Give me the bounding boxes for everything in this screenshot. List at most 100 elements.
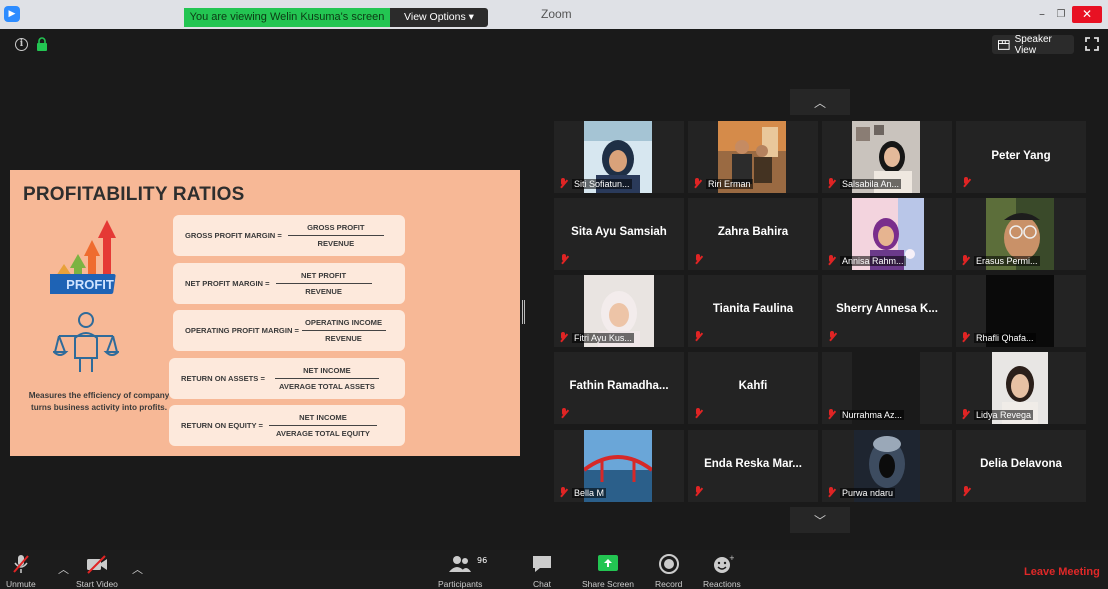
- share-screen-button[interactable]: Share Screen: [582, 553, 634, 589]
- chat-button[interactable]: Chat: [530, 553, 554, 589]
- participant-name: Lidya Revega: [974, 409, 1034, 420]
- chevron-down-icon: ▾: [468, 11, 474, 23]
- participant-name: Tianita Faulina: [712, 303, 794, 315]
- formula-name: GROSS PROFIT MARGIN =: [185, 231, 282, 240]
- participant-tile[interactable]: Siti Sofiatun...: [554, 121, 684, 193]
- participant-tile[interactable]: Peter Yang: [956, 121, 1086, 193]
- participant-label: Siti Sofiatun...: [559, 177, 632, 190]
- fullscreen-icon[interactable]: [1085, 37, 1099, 51]
- participant-name: Nurrahma Az...: [840, 409, 905, 420]
- formula-denominator: AVERAGE TOTAL ASSETS: [279, 382, 375, 391]
- mic-muted-icon: [962, 486, 971, 497]
- meeting-toolbar: Unmute ︿ Start Video ︿ Participants 96 C…: [0, 550, 1108, 589]
- formula-numerator: NET INCOME: [303, 366, 351, 375]
- start-video-button[interactable]: Start Video: [76, 553, 118, 589]
- mic-muted-icon: [559, 487, 568, 498]
- reactions-button[interactable]: + Reactions: [703, 553, 741, 589]
- participant-name: Kahfi: [738, 380, 768, 392]
- unmute-button[interactable]: Unmute: [6, 553, 36, 589]
- leave-meeting-button[interactable]: Leave Meeting: [1024, 566, 1100, 578]
- view-options-button[interactable]: View Options ▾: [390, 8, 488, 27]
- svg-text:+: +: [729, 554, 734, 562]
- mic-muted-icon: [961, 255, 970, 266]
- zoom-window: { "titlebar": { "viewing_banner": "You a…: [0, 0, 1108, 589]
- gallery-page-up-button[interactable]: ︿: [790, 89, 850, 115]
- chat-label: Chat: [533, 579, 551, 589]
- participant-name: Delia Delavona: [980, 458, 1062, 470]
- mic-muted-icon: [559, 332, 568, 343]
- participant-tile[interactable]: Annisa Rahm...: [822, 198, 952, 270]
- chevron-up-icon: ︿: [813, 95, 826, 110]
- video-options-chevron-icon[interactable]: ︿: [132, 561, 143, 577]
- close-button[interactable]: ✕: [1072, 6, 1102, 23]
- lock-icon[interactable]: [36, 37, 48, 51]
- participant-tile[interactable]: Fitri Ayu Kus...: [554, 275, 684, 347]
- participant-tile[interactable]: Purwa ndaru: [822, 430, 952, 502]
- microphone-muted-icon: [13, 555, 29, 573]
- participant-tile[interactable]: Erasus Permi...: [956, 198, 1086, 270]
- splitter-handle[interactable]: [522, 300, 525, 324]
- participant-tile[interactable]: Nurrahma Az...: [822, 352, 952, 424]
- zoom-app-icon: ▶: [4, 6, 20, 22]
- participant-tile[interactable]: Sherry Annesa K...: [822, 275, 952, 347]
- formula-gross-profit-margin: GROSS PROFIT MARGIN = GROSS PROFIT REVENU…: [173, 215, 405, 256]
- participant-name: Fitri Ayu Kus...: [572, 332, 634, 343]
- participant-tile[interactable]: Rhafli Qhafa...: [956, 275, 1086, 347]
- participant-label: Rhafli Qhafa...: [961, 331, 1036, 344]
- participant-tile[interactable]: Kahfi: [688, 352, 818, 424]
- participant-name: Purwa ndaru: [840, 487, 896, 498]
- mic-muted-icon: [961, 332, 970, 343]
- share-screen-label: Share Screen: [582, 579, 634, 589]
- mic-muted-icon: [827, 178, 836, 189]
- participant-tile[interactable]: Zahra Bahira: [688, 198, 818, 270]
- participant-name: Fathin Ramadha...: [569, 380, 669, 392]
- participant-tile[interactable]: Bella M: [554, 430, 684, 502]
- mic-muted-icon: [694, 254, 703, 265]
- participant-tile[interactable]: Lidya Revega: [956, 352, 1086, 424]
- participant-label: Erasus Permi...: [961, 254, 1040, 267]
- mic-muted-icon: [694, 331, 703, 342]
- participant-name: Enda Reska Mar...: [704, 458, 802, 470]
- formula-denominator: REVENUE: [325, 334, 362, 343]
- participant-tile[interactable]: Salsabila An...: [822, 121, 952, 193]
- participant-name: Siti Sofiatun...: [572, 178, 632, 189]
- video-off-icon: [86, 555, 107, 574]
- speaker-view-label: Speaker View: [1014, 33, 1052, 56]
- participants-icon: [449, 556, 472, 572]
- formula-denominator: REVENUE: [317, 239, 355, 248]
- participant-tile[interactable]: Enda Reska Mar...: [688, 430, 818, 502]
- record-button[interactable]: Record: [655, 553, 682, 589]
- maximize-button[interactable]: ❐: [1050, 6, 1072, 23]
- participant-name: Erasus Permi...: [974, 255, 1040, 266]
- participant-tile[interactable]: Riri Erman: [688, 121, 818, 193]
- participants-button[interactable]: Participants: [438, 553, 482, 589]
- shared-slide: PROFITABILITY RATIOS PROFIT Measures the…: [10, 170, 520, 456]
- mic-muted-icon: [962, 177, 971, 188]
- gallery-page-down-button[interactable]: ﹀: [790, 507, 850, 533]
- participant-tile[interactable]: Fathin Ramadha...: [554, 352, 684, 424]
- formula-numerator: NET PROFIT: [301, 271, 347, 280]
- mic-muted-icon: [560, 254, 569, 265]
- participant-label: Riri Erman: [693, 177, 753, 190]
- chat-icon: [533, 556, 551, 572]
- speaker-view-icon: [998, 39, 1010, 50]
- participant-tile[interactable]: Tianita Faulina: [688, 275, 818, 347]
- participant-name: Zahra Bahira: [717, 226, 789, 238]
- participant-label: Fitri Ayu Kus...: [559, 331, 634, 344]
- participant-tile[interactable]: Sita Ayu Samsiah: [554, 198, 684, 270]
- profit-graphic-word: PROFIT: [66, 277, 114, 292]
- speaker-view-button[interactable]: Speaker View: [992, 33, 1074, 56]
- record-icon: [658, 554, 679, 574]
- formula-numerator: OPERATING INCOME: [304, 318, 383, 327]
- participant-label: Salsabila An...: [827, 177, 902, 190]
- mic-muted-icon: [827, 409, 836, 420]
- formula-return-on-equity: RETURN ON EQUITY = NET INCOME AVERAGE TOT…: [169, 405, 405, 446]
- mic-muted-icon: [828, 331, 837, 342]
- participant-count: 96: [477, 556, 488, 565]
- reactions-icon: +: [713, 554, 734, 573]
- info-icon[interactable]: i: [15, 38, 28, 51]
- participant-tile[interactable]: Delia Delavona: [956, 430, 1086, 502]
- audio-options-chevron-icon[interactable]: ︿: [58, 561, 69, 577]
- balance-scale-person-icon: [53, 312, 119, 372]
- formula-name: NET PROFIT MARGIN =: [185, 279, 270, 288]
